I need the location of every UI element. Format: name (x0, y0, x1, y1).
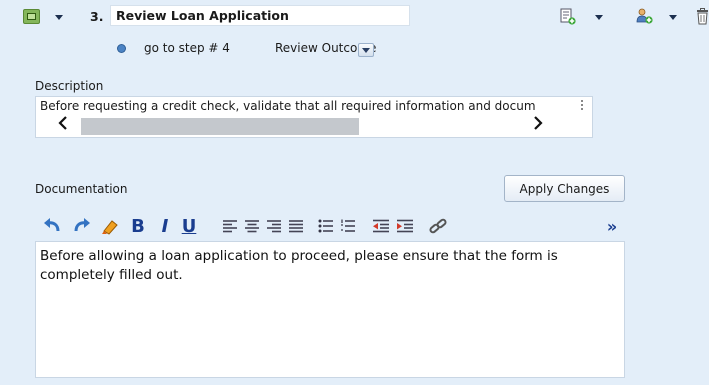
vertical-scrollbar[interactable] (581, 100, 583, 110)
goto-bullet-icon (118, 45, 125, 52)
redo-icon[interactable] (71, 213, 93, 239)
goto-step-link[interactable]: go to step # 4 (144, 41, 230, 55)
step-title-input[interactable]: Review Loan Application (110, 5, 410, 26)
bulleted-list-icon[interactable] (317, 213, 335, 239)
document-menu-caret-icon[interactable] (595, 15, 603, 20)
description-text: Before requesting a credit check, valida… (40, 99, 536, 113)
step-status-icon[interactable] (23, 9, 40, 24)
scroll-left-icon[interactable] (58, 116, 68, 134)
participant-menu-caret-icon[interactable] (669, 15, 677, 20)
step-number: 3. (90, 9, 104, 24)
documentation-label: Documentation (35, 182, 128, 196)
align-right-icon[interactable] (265, 213, 283, 239)
add-participant-icon[interactable] (636, 8, 654, 25)
outdent-icon[interactable] (371, 213, 391, 239)
delete-icon[interactable] (696, 8, 709, 25)
justify-icon[interactable] (287, 213, 305, 239)
description-field[interactable]: Before requesting a credit check, valida… (35, 96, 593, 138)
link-icon[interactable] (427, 213, 449, 239)
horizontal-scrollbar-thumb[interactable] (81, 118, 359, 135)
bold-button[interactable]: B (127, 213, 149, 239)
apply-changes-button[interactable]: Apply Changes (504, 175, 625, 202)
undo-icon[interactable] (41, 213, 63, 239)
add-document-icon[interactable] (560, 8, 576, 25)
description-label: Description (35, 79, 104, 93)
numbered-list-icon[interactable] (339, 213, 357, 239)
align-center-icon[interactable] (243, 213, 261, 239)
italic-button[interactable]: I (155, 213, 175, 239)
indent-icon[interactable] (395, 213, 415, 239)
eraser-icon[interactable] (99, 213, 121, 239)
align-left-icon[interactable] (221, 213, 239, 239)
underline-button[interactable]: U (179, 213, 199, 239)
step-menu-caret-icon[interactable] (55, 15, 63, 20)
documentation-editor[interactable]: Before allowing a loan application to pr… (35, 241, 625, 378)
scroll-right-icon[interactable] (533, 116, 543, 134)
rich-text-toolbar: B I U » (35, 213, 625, 241)
goto-target-dropdown[interactable] (358, 43, 374, 57)
more-tools-button[interactable]: » (603, 213, 621, 239)
